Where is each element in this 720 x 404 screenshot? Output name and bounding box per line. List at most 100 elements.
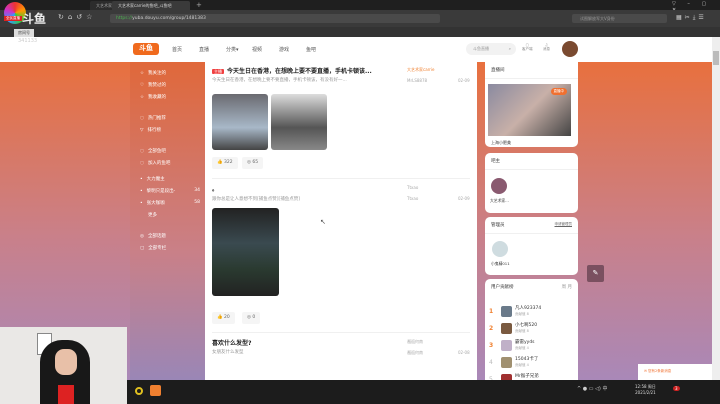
post-title[interactable]: 主播 今天生日在香港，在想晚上要不要直播，手机卡顿该... <box>212 66 372 75</box>
apply-admin-link[interactable]: 申请管理员 <box>555 222 573 227</box>
user-avatar <box>501 357 512 368</box>
sidebar-item-favorites[interactable]: ☆ 我收藏的 <box>140 94 166 100</box>
user-name: 凡人923374 <box>515 306 542 311</box>
nav-buttons[interactable]: ↻⌂↺☆ <box>58 13 96 21</box>
browser-tab-active[interactable]: 大艺术家carrie的鱼吧_斗鱼吧 <box>112 1 190 10</box>
messages-label: 消息 <box>543 47 550 51</box>
user-avatar <box>501 340 512 351</box>
admin-avatar[interactable] <box>492 241 508 257</box>
app-icon[interactable] <box>150 385 161 396</box>
rank-number: 2 <box>489 325 494 332</box>
sidebar-more[interactable]: 更多 <box>148 212 157 218</box>
room-id: 341133 <box>18 38 38 44</box>
live-streamer-name[interactable]: 上海小肥美 <box>491 140 511 146</box>
sidebar-group[interactable]: • 大力魔主 <box>140 176 165 182</box>
post-replier[interactable]: MrLS8878 <box>407 78 427 83</box>
user-name: Mr猴子兄弟 <box>515 374 539 379</box>
user-name: 霸雷yyds <box>515 340 535 345</box>
admin-name[interactable]: 小鬼精011 <box>491 261 510 267</box>
live-badge: 直播中 <box>550 88 567 95</box>
mouse-cursor: ↖ <box>320 218 326 226</box>
page-scrollbar[interactable] <box>712 37 720 380</box>
sidebar-item-joined[interactable]: ◌ 加入的鱼吧 <box>140 160 170 166</box>
sidebar-item-following[interactable]: ☆ 我关注的 <box>140 70 166 76</box>
browser-tab-bar: 大艺术家carrie直播_二次元 大艺术家carrie的鱼吧_斗鱼吧 + ▽ –… <box>0 0 720 13</box>
ranking-tabs[interactable]: 周 月 <box>562 284 572 290</box>
room-label: 房间号 <box>14 29 34 37</box>
edit-post-button[interactable]: ✎ <box>587 265 604 282</box>
sidebar-item-columns[interactable]: ▢ 全部专栏 <box>140 245 166 251</box>
webcam-overlay <box>0 327 127 404</box>
red-shirt <box>58 385 74 404</box>
owner-name[interactable]: 大艺术家... <box>490 198 509 204</box>
like-button[interactable]: 👍 20 <box>212 312 235 324</box>
user-avatar <box>501 306 512 317</box>
browser-search-input[interactable]: 试图解放军大V身份 <box>572 14 667 23</box>
ranking-row[interactable]: 3 霸雷yyds 贡献值 4 <box>485 339 578 355</box>
owner-title: 吧主 <box>485 153 578 170</box>
bookmarks-bar <box>0 27 720 37</box>
new-tab-button[interactable]: + <box>196 1 202 9</box>
post-author[interactable]: Ttxao <box>407 185 418 190</box>
user-name: 15043卡了 <box>515 357 539 362</box>
nav-home[interactable]: 首页 <box>172 46 182 53</box>
comment-button[interactable]: ◎ 65 <box>242 157 264 169</box>
ranking-row[interactable]: 4 15043卡了 贡献值 4 <box>485 356 578 372</box>
sidebar-item-ranking[interactable]: ▽ 排行榜 <box>140 127 161 133</box>
post-summary: 女朋友什么发型 <box>212 350 244 355</box>
post-image[interactable] <box>212 208 279 296</box>
notification-count[interactable]: 3 <box>673 386 680 391</box>
nav-live[interactable]: 直播 <box>199 46 209 53</box>
post-title[interactable]: 喜欢什么发型? <box>212 338 251 347</box>
notice-popup[interactable]: ✉ 您有2条新消息 <box>638 364 712 380</box>
sidebar: ☆ 我关注的 ♡ 我赞过的 ☆ 我收藏的 ◌ 热门推荐 ▽ 排行榜 ◌ 全部鱼吧 ◌ 加入的鱼… <box>130 62 205 380</box>
post-image[interactable] <box>212 94 268 150</box>
post-author[interactable]: 邂逅何南 <box>407 339 423 345</box>
post-feed: 主播 今天生日在香港，在想晚上要不要直播，手机卡顿该... 今天生日在香港，在想晚… <box>205 62 477 380</box>
ranking-row[interactable]: 2 小七啊520 贡献值 8 <box>485 322 578 338</box>
sidebar-item-hot[interactable]: ◌ 热门推荐 <box>140 115 166 121</box>
site-search-input[interactable]: 斗鱼直播 ⌕ <box>466 43 516 55</box>
sidebar-item-liked[interactable]: ♡ 我赞过的 <box>140 82 166 88</box>
post-replier[interactable]: 邂逅何南 <box>407 350 423 356</box>
app-icon[interactable] <box>135 387 143 395</box>
tray-icons[interactable]: ^ ● ▭ ◁) 中 <box>577 385 607 392</box>
sidebar-item-all-groups[interactable]: ◌ 全部鱼吧 <box>140 148 166 154</box>
post-date: 02-09 <box>458 196 470 201</box>
address-bar-row: ↻⌂↺☆ https://yuba.douyu.com/group/148138… <box>0 10 720 27</box>
post-image[interactable] <box>271 94 327 150</box>
sidebar-group[interactable]: • 黎明只是段出- 34 <box>140 188 200 194</box>
messages-button[interactable]: ♫ 消息 <box>543 43 550 52</box>
ranking-row[interactable]: 1 凡人923374 贡献值 8 <box>485 305 578 321</box>
site-logo[interactable]: 斗鱼 <box>133 43 159 55</box>
owner-avatar[interactable] <box>491 178 507 194</box>
like-button[interactable]: 👍 322 <box>212 157 238 169</box>
post-summary: 今天生日在香港，在想晚上要不要直播，手机卡顿该，有没有好一... <box>212 78 347 83</box>
divider <box>212 332 470 333</box>
nav-category[interactable]: 分类▾ <box>226 46 239 53</box>
post-replier[interactable]: Ttxao <box>407 196 418 201</box>
streamer-face <box>55 349 77 375</box>
url-scheme: https:// <box>116 16 133 21</box>
url-input[interactable]: https://yuba.douyu.com/group/1481383 <box>110 14 440 23</box>
toolbar-icons[interactable]: ▦✂⤓☰ <box>676 14 707 22</box>
user-score: 贡献值 4 <box>515 346 529 350</box>
sidebar-group[interactable]: • 张大咖咖 58 <box>140 200 200 206</box>
douyu-watermark: 斗鱼 <box>22 12 47 26</box>
post-author[interactable]: 大艺术家carrie <box>407 67 434 73</box>
search-icon[interactable]: ⌕ <box>509 46 511 51</box>
divider <box>212 178 470 179</box>
client-button[interactable]: ▢ 客户端 <box>522 43 533 52</box>
nav-video[interactable]: 视频 <box>252 46 262 53</box>
clock[interactable]: 12:58 周日 2021/2/21 <box>635 384 656 395</box>
live-thumbnail[interactable]: 直播中 <box>488 84 571 136</box>
comment-button[interactable]: ◎ 0 <box>242 312 261 324</box>
sidebar-item-topics[interactable]: ◎ 全部话题 <box>140 233 166 239</box>
user-avatar[interactable] <box>562 41 578 57</box>
rank-number: 1 <box>489 308 494 315</box>
nav-yuba[interactable]: 鱼吧 <box>306 46 316 53</box>
post-title[interactable]: 。 <box>212 184 218 193</box>
client-label: 客户端 <box>522 47 533 51</box>
site-header: 斗鱼 首页 直播 分类▾ 视频 游戏 鱼吧 斗鱼直播 ⌕ ▢ 客户端 ♫ 消息 <box>0 37 712 62</box>
nav-games[interactable]: 游戏 <box>279 46 289 53</box>
